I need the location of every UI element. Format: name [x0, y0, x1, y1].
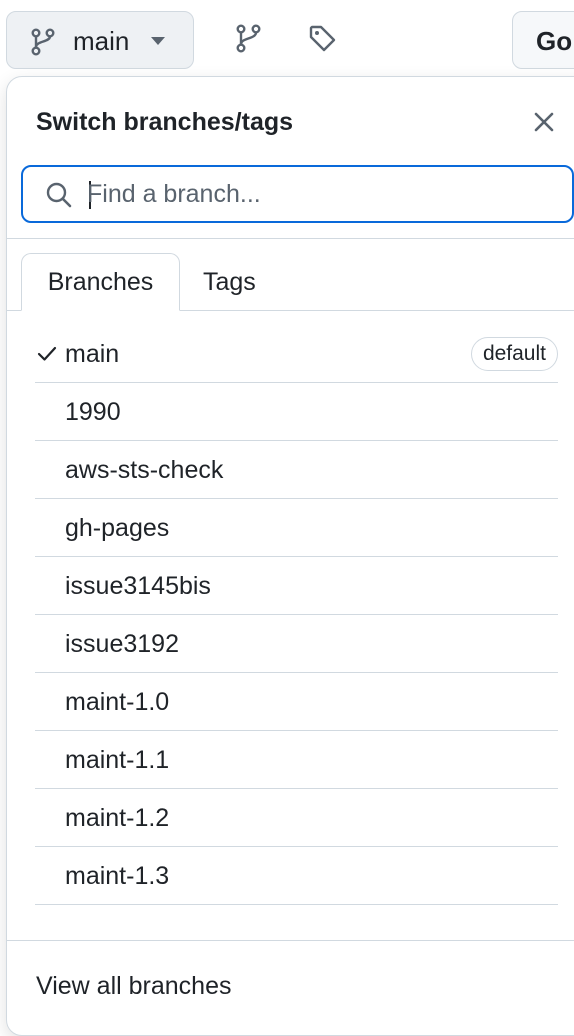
branch-list: main default 1990 aws-sts-check gh-pages… — [35, 325, 558, 905]
chevron-down-icon — [151, 37, 165, 45]
branch-name: aws-sts-check — [65, 456, 224, 484]
branch-item-main[interactable]: main default — [35, 325, 558, 383]
tag-icon[interactable] — [308, 24, 338, 54]
branch-selector-button[interactable]: main — [6, 11, 194, 69]
branch-name: issue3192 — [65, 630, 179, 658]
branch-item[interactable]: 1990 — [35, 383, 558, 441]
branch-item[interactable]: maint-1.3 — [35, 847, 558, 905]
view-all-branches-link[interactable]: View all branches — [36, 971, 231, 1001]
branch-name: maint-1.3 — [65, 862, 170, 890]
branch-item[interactable]: issue3192 — [35, 615, 558, 673]
branch-tag-tabs: Branches Tags — [7, 253, 574, 311]
branch-item[interactable]: maint-1.0 — [35, 673, 558, 731]
panel-title: Switch branches/tags — [36, 108, 294, 136]
repo-toolbar: main Go — [0, 0, 574, 76]
current-branch-label: main — [73, 26, 130, 56]
git-branch-icon[interactable] — [234, 24, 264, 54]
branch-name: maint-1.2 — [65, 804, 170, 832]
go-button-label: Go — [536, 26, 573, 56]
close-icon[interactable] — [527, 105, 561, 139]
git-branch-icon — [31, 28, 55, 56]
branch-item[interactable]: issue3145bis — [35, 557, 558, 615]
branch-item[interactable]: maint-1.1 — [35, 731, 558, 789]
tab-branches[interactable]: Branches — [21, 253, 180, 311]
branch-item[interactable]: maint-1.2 — [35, 789, 558, 847]
divider — [7, 238, 574, 239]
default-badge: default — [470, 337, 558, 371]
check-icon — [37, 346, 57, 361]
branch-search-field[interactable] — [21, 165, 574, 223]
branch-name: 1990 — [65, 398, 121, 426]
go-to-file-button[interactable]: Go — [512, 11, 574, 69]
footer-divider — [7, 940, 574, 941]
branch-item[interactable]: gh-pages — [35, 499, 558, 557]
branch-name: maint-1.1 — [65, 746, 170, 774]
branch-search-input[interactable] — [87, 175, 557, 213]
branch-switcher-panel: Switch branches/tags Branches Tags main … — [6, 76, 574, 1036]
branch-name: issue3145bis — [65, 572, 211, 600]
tab-tags[interactable]: Tags — [203, 253, 283, 311]
branch-name: gh-pages — [65, 514, 170, 542]
search-icon — [46, 182, 72, 208]
branch-name: main — [65, 340, 120, 368]
branch-name: maint-1.0 — [65, 688, 170, 716]
branch-item[interactable]: aws-sts-check — [35, 441, 558, 499]
